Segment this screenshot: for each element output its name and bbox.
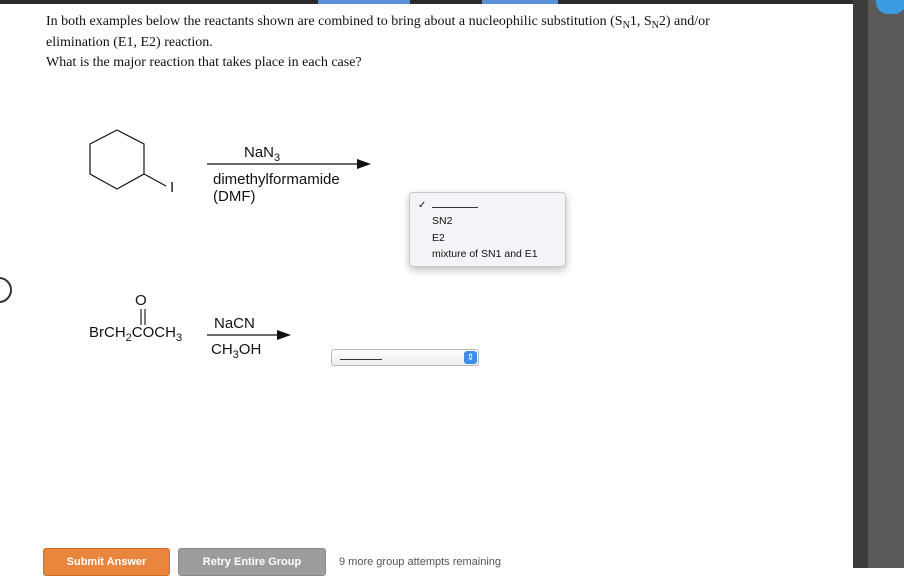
retry-entire-group-button[interactable]: Retry Entire Group	[178, 548, 326, 576]
substrate-text: COCH	[131, 324, 176, 341]
reaction2-arrow	[207, 330, 291, 340]
dropdown-option-sn2[interactable]: SN2	[432, 215, 452, 227]
checkmark-icon: ✓	[418, 200, 427, 211]
reaction1-solvent: dimethylformamide (DMF)	[213, 171, 340, 205]
question-prompt: In both examples below the reactants sho…	[46, 12, 816, 73]
select-arrows-icon[interactable]: ⇕	[464, 351, 477, 364]
prompt-text: In both examples below the reactants sho…	[46, 14, 623, 29]
reaction2-answer-select[interactable]: ⇕	[331, 349, 479, 366]
submit-answer-button[interactable]: Submit Answer	[43, 548, 170, 576]
prompt-line-2: elimination (E1, E2) reaction.	[46, 35, 213, 50]
prompt-text: 1, S	[629, 14, 652, 29]
dropdown-option-e2[interactable]: E2	[432, 232, 445, 244]
top-tab-left[interactable]	[318, 0, 410, 4]
solvent-line: dimethylformamide	[213, 171, 340, 188]
reaction2-substrate: BrCH2COCH3	[89, 324, 183, 344]
iodine-substituent-label: I	[170, 179, 175, 196]
prompt-subscript: N	[651, 20, 659, 31]
top-toolbar	[0, 0, 853, 4]
solvent-subscript: 3	[232, 349, 239, 361]
cyclohexane-ring-structure	[89, 129, 167, 190]
dropdown-option-mixture[interactable]: mixture of SN1 and E1	[432, 248, 538, 260]
prompt-text: 2) and/or	[658, 14, 710, 29]
left-edge-marker	[0, 277, 12, 303]
select-blank-line	[340, 359, 382, 360]
substrate-subscript: 3	[175, 332, 183, 344]
reaction2-solvent: CH3OH	[211, 341, 262, 361]
carbonyl-oxygen-label: O	[135, 292, 147, 309]
substrate-text: BrCH	[89, 324, 126, 341]
dropdown-option-blank[interactable]	[432, 207, 478, 208]
reaction1-answer-dropdown[interactable]: ✓ SN2 E2 mixture of SN1 and E1	[409, 192, 566, 267]
solvent-line: (DMF)	[213, 188, 256, 205]
prompt-line-1: In both examples below the reactants sho…	[46, 12, 816, 33]
substrate-subscript: 2	[125, 332, 132, 344]
prompt-subscript: N	[622, 20, 630, 31]
right-side-panel-inner	[868, 0, 904, 568]
solvent-text: OH	[238, 341, 262, 358]
top-tab-right[interactable]	[482, 0, 558, 4]
reaction1-arrow	[207, 159, 371, 169]
solvent-text: CH	[211, 341, 233, 358]
attempts-remaining-text: 9 more group attempts remaining	[339, 556, 502, 568]
prompt-line-3: What is the major reaction that takes pl…	[46, 55, 362, 70]
